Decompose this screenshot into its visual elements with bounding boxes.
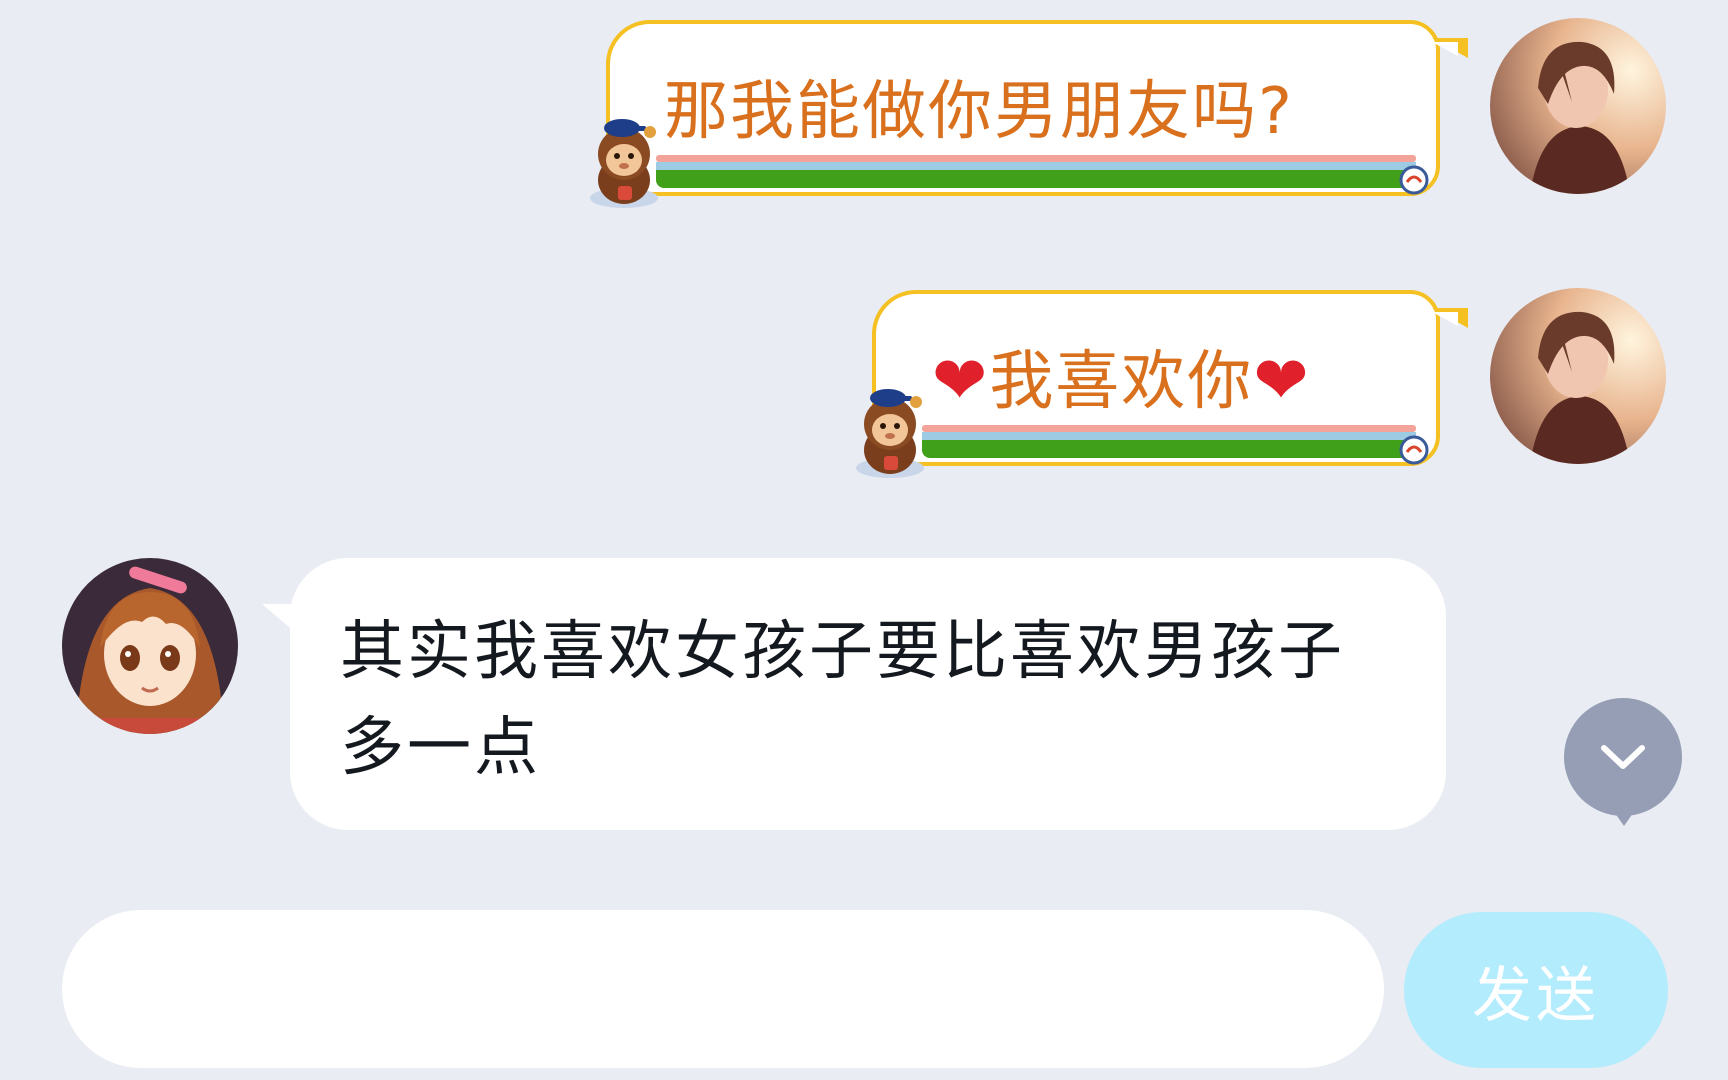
contact-avatar[interactable]: [62, 558, 238, 734]
message-text: ❤我喜欢你❤: [932, 342, 1311, 419]
heart-icon: ❤: [932, 342, 990, 419]
message-text: 其实我喜欢女孩子要比喜欢男孩子多一点: [340, 615, 1345, 785]
message-text: 那我能做你男朋友吗?: [664, 75, 1294, 149]
monkey-mascot-icon: [850, 380, 930, 480]
scroll-to-bottom-button[interactable]: [1564, 698, 1682, 816]
sent-message-bubble[interactable]: ❤我喜欢你❤: [872, 290, 1468, 466]
heart-icon: ❤: [1253, 342, 1311, 419]
badge-icon: [1399, 165, 1429, 195]
chat-screen: 那我能做你男朋友吗? ❤我喜欢你❤ 其实我喜欢女孩子要比喜欢男孩子多一点 发送: [0, 0, 1728, 1080]
badge-icon: [1399, 435, 1429, 465]
send-button[interactable]: 发送: [1404, 912, 1668, 1068]
my-avatar[interactable]: [1490, 18, 1666, 194]
chevron-down-icon: [1601, 745, 1645, 769]
sent-message-bubble[interactable]: 那我能做你男朋友吗?: [606, 20, 1468, 196]
my-avatar[interactable]: [1490, 288, 1666, 464]
monkey-mascot-icon: [584, 110, 664, 210]
message-input[interactable]: [62, 910, 1384, 1068]
